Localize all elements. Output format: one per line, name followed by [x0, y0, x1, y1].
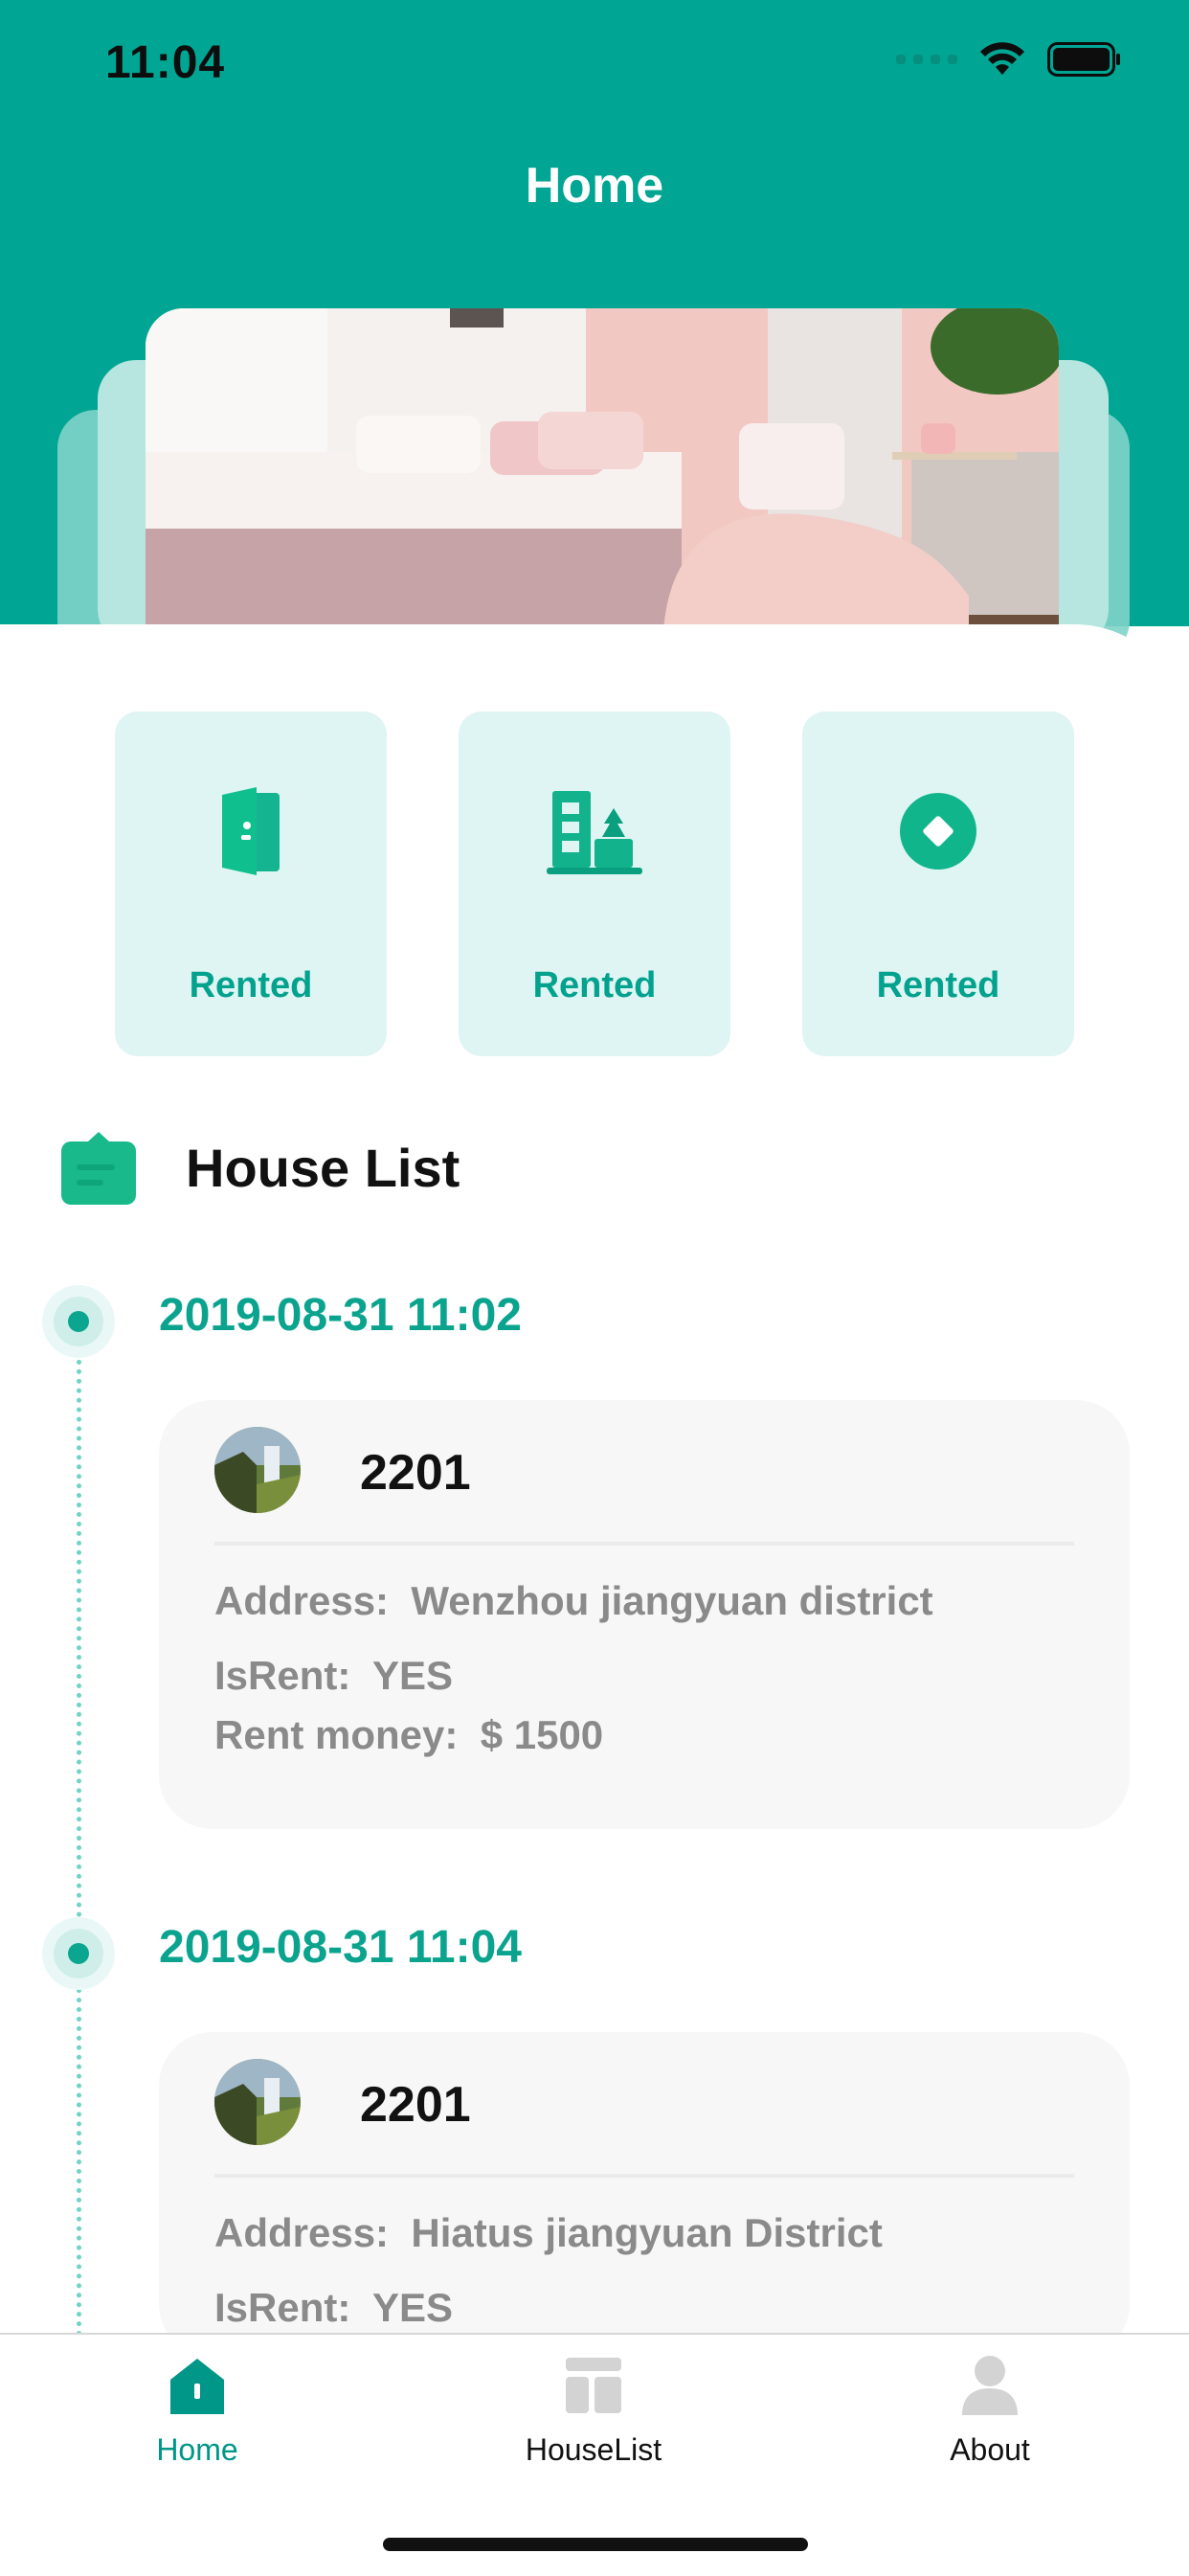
user-icon — [956, 2352, 1023, 2419]
address-label: Address: — [214, 1578, 390, 1623]
section-title: House List — [186, 1137, 460, 1198]
house-isrent: IsRent: YES — [214, 2285, 453, 2331]
card-divider — [214, 2174, 1074, 2178]
tab-houselist[interactable]: HouseList — [479, 2352, 708, 2468]
home-icon — [164, 2352, 231, 2419]
timeline-dot — [42, 1917, 115, 1990]
house-isrent: IsRent: YES — [214, 1653, 453, 1699]
tab-label: About — [950, 2432, 1030, 2467]
diamond-circle-icon — [886, 779, 991, 884]
timeline-date: 2019-08-31 11:04 — [159, 1922, 522, 1973]
house-card[interactable]: 2201 Address: Wenzhou jiangyuan district… — [159, 1400, 1130, 1829]
tab-home[interactable]: Home — [82, 2352, 312, 2468]
address-value: Hiatus jiangyuan District — [411, 2210, 883, 2255]
tab-label: Home — [156, 2432, 238, 2467]
status-time: 11:04 — [105, 37, 226, 88]
house-card[interactable]: 2201 Address: Hiatus jiangyuan District … — [159, 2032, 1130, 2358]
stat-card-door[interactable]: Rented — [115, 712, 387, 1056]
status-icons — [896, 42, 1122, 77]
address-value: Wenzhou jiangyuan district — [411, 1578, 933, 1623]
house-address: Address: Hiatus jiangyuan District — [214, 2210, 883, 2256]
house-avatar — [214, 2059, 301, 2145]
timeline-date: 2019-08-31 11:02 — [159, 1290, 522, 1341]
house-room: 2201 — [360, 1445, 471, 1501]
tab-label: HouseList — [525, 2432, 662, 2467]
home-indicator[interactable] — [383, 2538, 808, 2551]
door-icon — [198, 779, 303, 884]
house-avatar — [214, 1427, 301, 1513]
stat-label: Rented — [189, 965, 313, 1006]
money-label: Rent money: — [214, 1712, 459, 1757]
card-divider — [214, 1542, 1074, 1546]
isrent-value: YES — [371, 2285, 453, 2330]
page-title: Home — [525, 158, 664, 214]
list-icon — [560, 2352, 627, 2419]
house-room: 2201 — [360, 2077, 471, 2133]
timeline-line — [77, 1350, 81, 2356]
building-icon — [542, 779, 647, 884]
house-list-header: House List — [59, 1128, 460, 1207]
isrent-label: IsRent: — [214, 1653, 351, 1698]
bag-icon — [61, 1132, 136, 1205]
stats-row: Rented Rented Rented — [115, 712, 1074, 1056]
stat-label: Rented — [876, 965, 1000, 1006]
money-value: $ 1500 — [480, 1712, 604, 1757]
signal-dots-icon — [896, 55, 957, 64]
isrent-label: IsRent: — [214, 2285, 351, 2330]
battery-icon — [1047, 42, 1120, 77]
stat-card-diamond[interactable]: Rented — [802, 712, 1074, 1056]
wifi-icon — [980, 42, 1024, 75]
stat-card-building[interactable]: Rented — [459, 712, 730, 1056]
house-rent-money: Rent money: $ 1500 — [214, 1712, 603, 1758]
tab-about[interactable]: About — [875, 2352, 1105, 2468]
timeline-dot — [42, 1285, 115, 1358]
stat-label: Rented — [532, 965, 657, 1006]
address-label: Address: — [214, 2210, 390, 2255]
house-address: Address: Wenzhou jiangyuan district — [214, 1578, 933, 1624]
isrent-value: YES — [371, 1653, 453, 1698]
